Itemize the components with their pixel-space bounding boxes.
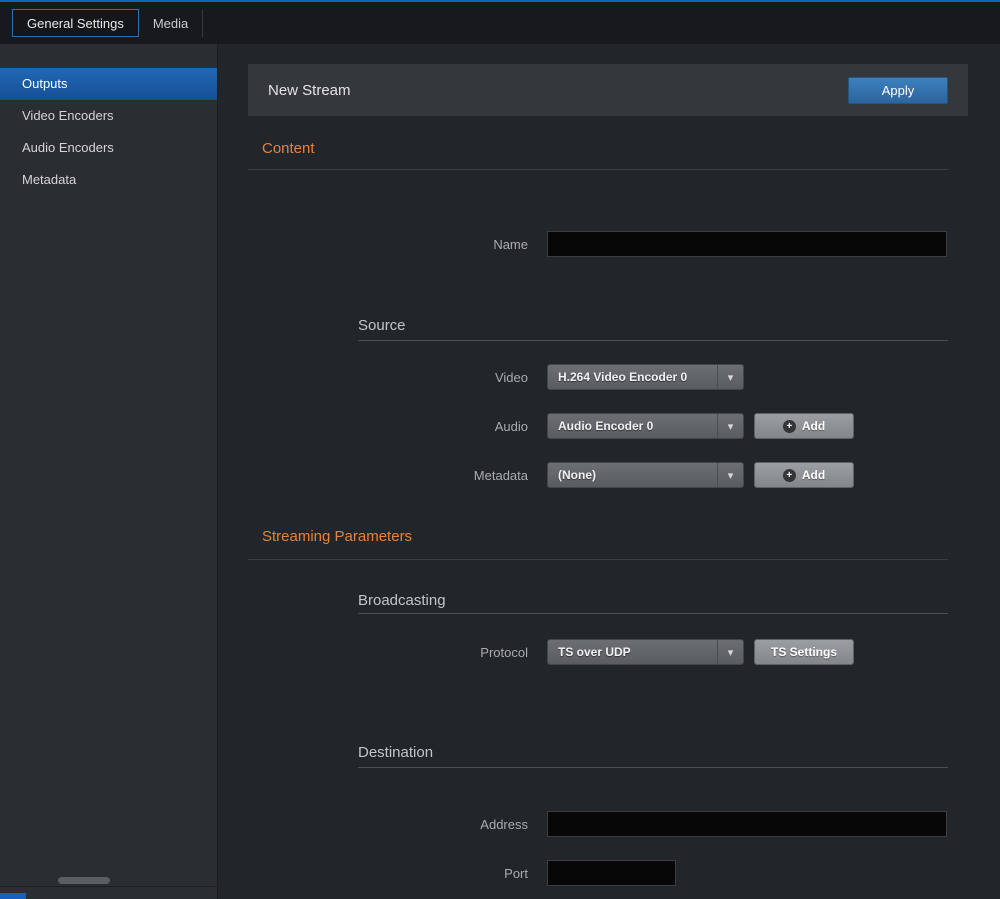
- address-input[interactable]: [547, 811, 947, 837]
- video-source-select[interactable]: H.264 Video Encoder 0 ▾: [547, 364, 744, 390]
- sidebar-scrollbar-track: [0, 886, 217, 887]
- tab-separator: [202, 9, 203, 37]
- subsection-heading-destination: Destination: [358, 744, 948, 768]
- metadata-label: Metadata: [218, 468, 528, 483]
- audio-row: Audio Audio Encoder 0 ▾ + Add: [218, 413, 1000, 439]
- add-audio-label: Add: [802, 419, 825, 433]
- video-source-value: H.264 Video Encoder 0: [548, 370, 717, 384]
- section-heading-streaming-parameters: Streaming Parameters: [248, 528, 948, 560]
- protocol-label: Protocol: [218, 645, 528, 660]
- protocol-row: Protocol TS over UDP ▾ TS Settings: [218, 639, 1000, 665]
- video-row: Video H.264 Video Encoder 0 ▾: [218, 364, 1000, 390]
- tab-general-settings[interactable]: General Settings: [12, 9, 139, 37]
- sidebar: Outputs Video Encoders Audio Encoders Me…: [0, 44, 218, 899]
- add-audio-button[interactable]: + Add: [754, 413, 854, 439]
- chevron-down-icon: ▾: [717, 414, 743, 438]
- ts-settings-button[interactable]: TS Settings: [754, 639, 854, 665]
- audio-source-value: Audio Encoder 0: [548, 419, 717, 433]
- address-row: Address: [218, 811, 1000, 837]
- protocol-select[interactable]: TS over UDP ▾: [547, 639, 744, 665]
- add-metadata-label: Add: [802, 468, 825, 482]
- plus-icon: +: [783, 420, 796, 433]
- new-stream-header: New Stream Apply: [248, 64, 968, 116]
- sidebar-item-audio-encoders[interactable]: Audio Encoders: [0, 132, 217, 164]
- chevron-down-icon: ▾: [717, 640, 743, 664]
- sidebar-item-outputs[interactable]: Outputs: [0, 68, 217, 100]
- name-input[interactable]: [547, 231, 947, 257]
- port-row: Port: [218, 860, 1000, 886]
- sidebar-item-metadata[interactable]: Metadata: [0, 164, 217, 196]
- main-panel: New Stream Apply Content Name Source Vid…: [218, 44, 1000, 899]
- add-metadata-button[interactable]: + Add: [754, 462, 854, 488]
- metadata-row: Metadata (None) ▾ + Add: [218, 462, 1000, 488]
- audio-label: Audio: [218, 419, 528, 434]
- chevron-down-icon: ▾: [717, 463, 743, 487]
- name-row: Name: [218, 231, 1000, 257]
- sidebar-item-video-encoders[interactable]: Video Encoders: [0, 100, 217, 132]
- subsection-heading-broadcasting: Broadcasting: [358, 592, 948, 614]
- chevron-down-icon: ▾: [717, 365, 743, 389]
- name-label: Name: [218, 237, 528, 252]
- topbar: General Settings Media: [0, 0, 1000, 44]
- apply-button[interactable]: Apply: [848, 77, 948, 104]
- plus-icon: +: [783, 469, 796, 482]
- tab-media[interactable]: Media: [139, 9, 202, 37]
- sidebar-scrollbar-thumb[interactable]: [58, 877, 110, 884]
- port-label: Port: [218, 866, 528, 881]
- port-input[interactable]: [547, 860, 676, 886]
- section-heading-content: Content: [248, 140, 948, 170]
- sidebar-list: Outputs Video Encoders Audio Encoders Me…: [0, 68, 217, 196]
- video-label: Video: [218, 370, 528, 385]
- metadata-source-value: (None): [548, 468, 717, 482]
- metadata-source-select[interactable]: (None) ▾: [547, 462, 744, 488]
- address-label: Address: [218, 817, 528, 832]
- page-title: New Stream: [268, 82, 351, 99]
- subsection-heading-source: Source: [358, 317, 948, 341]
- scroll-corner-accent: [0, 893, 26, 899]
- protocol-value: TS over UDP: [548, 645, 717, 659]
- audio-source-select[interactable]: Audio Encoder 0 ▾: [547, 413, 744, 439]
- ts-settings-label: TS Settings: [771, 645, 837, 659]
